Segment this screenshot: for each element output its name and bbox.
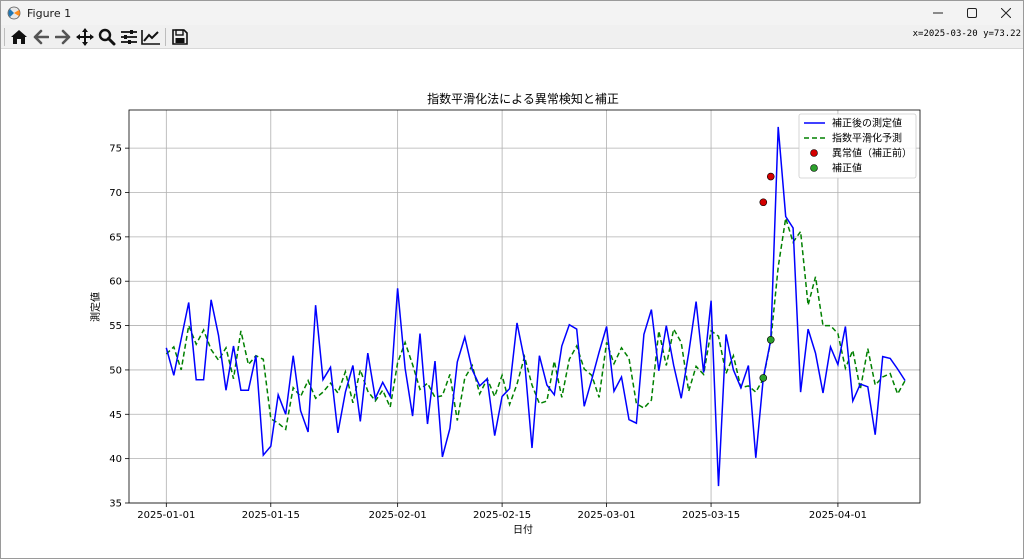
pan-button[interactable] (74, 26, 96, 48)
zoom-button[interactable] (96, 26, 118, 48)
y-tick-label: 70 (109, 188, 122, 199)
edit-axis-button[interactable] (140, 26, 162, 48)
navigation-toolbar: x=2025-03-20 y=73.22 (1, 25, 1023, 49)
correction-point (766, 335, 775, 344)
configure-subplots-icon (121, 29, 137, 44)
x-tick-label: 2025-02-01 (369, 510, 427, 521)
figure-window: Figure 1 x=2025-03-20 y=73.22 2025-01-01… (0, 0, 1024, 559)
legend-swatch-marker (810, 164, 818, 172)
window-title: Figure 1 (27, 6, 72, 20)
cursor-coordinates: x=2025-03-20 y=73.22 (912, 29, 1021, 39)
back-button[interactable] (30, 26, 52, 48)
minimize-icon (933, 12, 943, 14)
pan-icon (76, 27, 94, 46)
legend-label: 補正値 (832, 162, 862, 175)
configure-subplots-button[interactable] (118, 26, 140, 48)
line-chart[interactable]: 2025-01-01 2025-01-15 2025-02-01 2025-02-15… (1, 49, 1023, 558)
anomaly-point (766, 172, 775, 181)
y-axis-label: 測定値 (89, 292, 102, 322)
maximize-icon (967, 8, 977, 18)
x-tick-label: 2025-03-01 (578, 510, 636, 521)
forward-arrow-icon (55, 29, 71, 44)
home-icon (11, 29, 27, 44)
y-tick-label: 60 (109, 277, 122, 288)
save-icon (172, 28, 188, 45)
back-arrow-icon (33, 29, 49, 44)
matplotlib-icon (7, 6, 21, 20)
y-tick-label: 75 (109, 144, 122, 155)
legend-label: 補正後の測定値 (832, 117, 902, 130)
x-tick-label: 2025-03-15 (682, 510, 740, 521)
forward-button[interactable] (52, 26, 74, 48)
x-tick-label: 2025-02-15 (473, 510, 531, 521)
zoom-icon (98, 28, 116, 45)
toolbar-separator (165, 27, 166, 46)
home-button[interactable] (8, 26, 30, 48)
save-button[interactable] (169, 26, 191, 48)
legend-label: 異常値（補正前） (832, 147, 912, 160)
x-axis-label: 日付 (513, 523, 533, 536)
x-tick-label: 2025-01-15 (242, 510, 300, 521)
chart-title: 指数平滑化法による異常検知と補正 (427, 91, 619, 106)
legend-swatch-marker (810, 149, 818, 157)
minimize-button[interactable] (921, 1, 955, 25)
close-button[interactable] (989, 1, 1023, 25)
title-bar[interactable]: Figure 1 (1, 1, 1023, 25)
y-tick-label: 50 (109, 365, 122, 376)
edit-axis-icon (141, 29, 160, 45)
y-tick-label: 65 (109, 232, 122, 243)
x-tick-label: 2025-01-01 (137, 510, 195, 521)
maximize-button[interactable] (955, 1, 989, 25)
legend: 補正後の測定値指数平滑化予測異常値（補正前） 補正値 (798, 113, 917, 179)
anomaly-point (759, 198, 768, 207)
y-tick-label: 55 (109, 321, 122, 332)
y-tick-label: 45 (109, 410, 122, 421)
close-icon (1001, 8, 1011, 18)
toolbar-separator (4, 27, 5, 46)
correction-point (759, 374, 768, 382)
x-tick-label: 2025-04-01 (809, 510, 867, 521)
y-tick-label: 40 (109, 454, 122, 465)
figure-canvas[interactable]: 2025-01-01 2025-01-15 2025-02-01 2025-02-15… (1, 49, 1023, 558)
legend-label: 指数平滑化予測 (832, 132, 902, 145)
y-tick-label: 35 (109, 499, 122, 510)
